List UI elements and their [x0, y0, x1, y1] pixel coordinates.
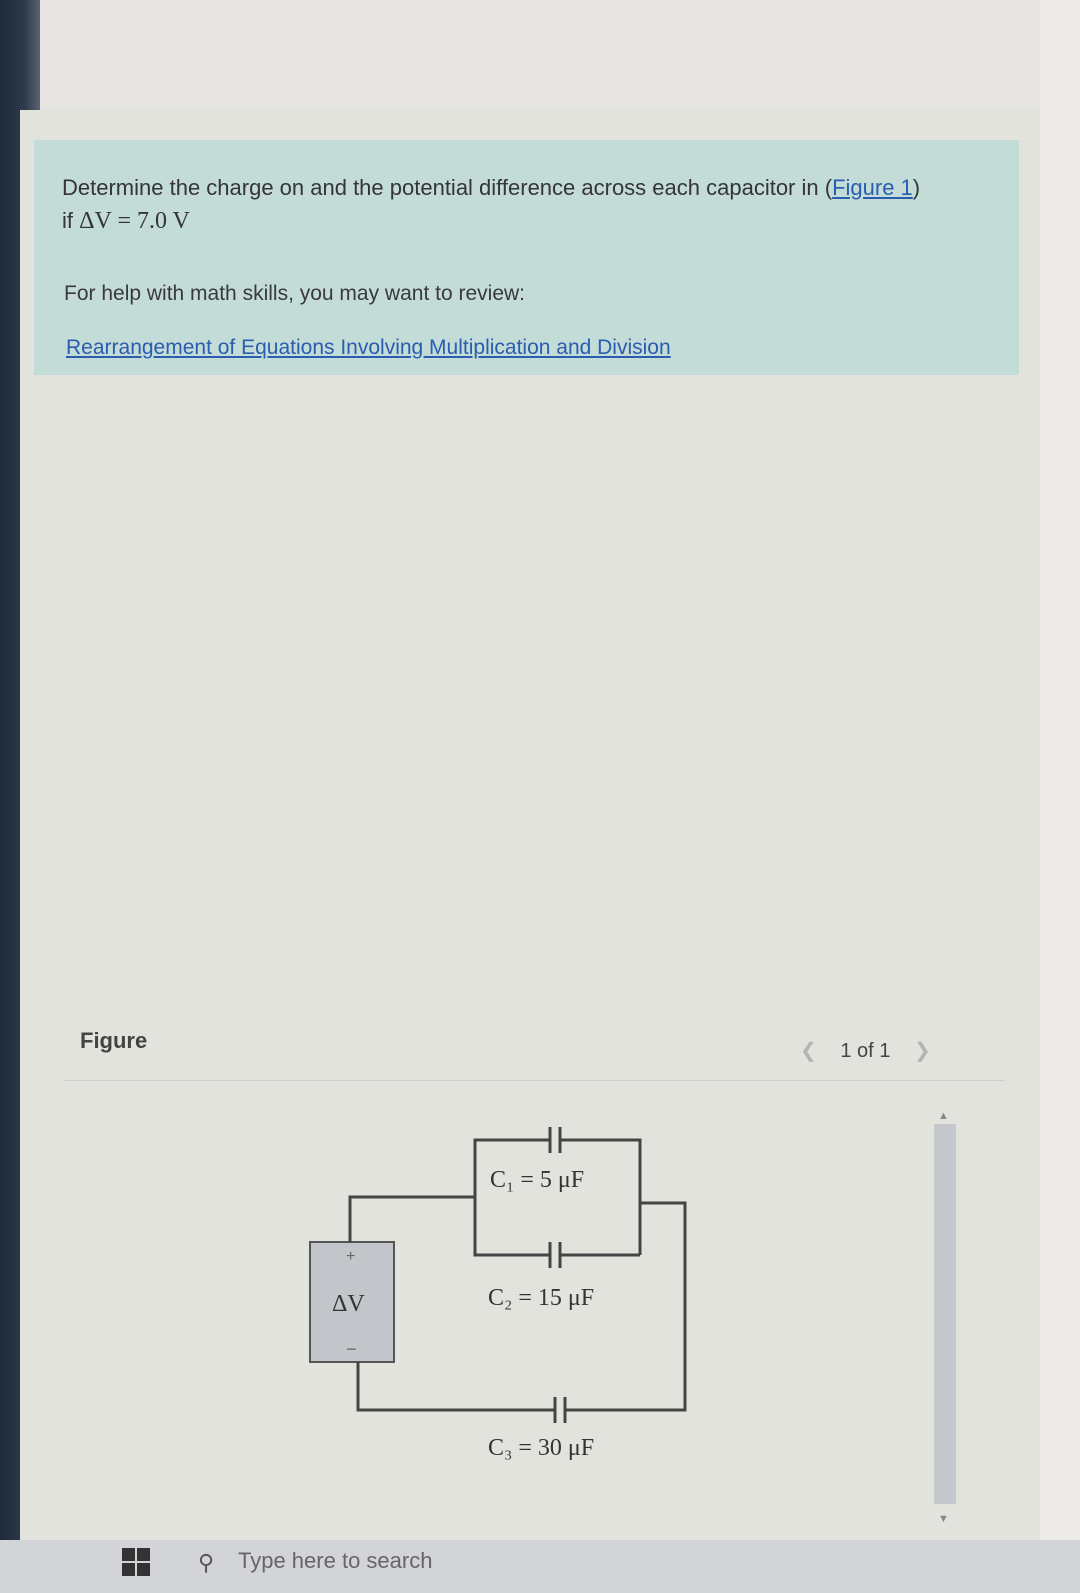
- capacitor-c2-label: C₂ = 15 μF: [488, 1285, 594, 1311]
- battery-minus: −: [346, 1339, 357, 1359]
- battery-plus: +: [346, 1248, 355, 1265]
- taskbar-search-input[interactable]: Type here to search: [238, 1548, 432, 1574]
- condition-prefix: if: [62, 208, 73, 233]
- condition-line: if ΔV = 7.0 V: [62, 208, 190, 235]
- scroll-down-icon[interactable]: ▼: [938, 1513, 949, 1525]
- circuit-diagram: + ΔV − C₁ = 5 μF C₂ = 15 μF C₃ = 30 μF: [309, 1127, 687, 1461]
- review-link[interactable]: Rearrangement of Equations Involving Mul…: [66, 336, 671, 360]
- windows-start-icon[interactable]: [122, 1548, 150, 1576]
- question-text: Determine the charge on and the potentia…: [62, 175, 819, 200]
- wire-parallel-bottom: [473, 1197, 550, 1257]
- content-panel: Determine the charge on and the potentia…: [20, 110, 1070, 1593]
- battery-label: ΔV: [332, 1291, 365, 1317]
- question-line: Determine the charge on and the potentia…: [62, 175, 921, 200]
- chevron-right-icon[interactable]: ❯: [914, 1040, 931, 1062]
- pager-count: 1 of 1: [840, 1040, 891, 1062]
- taskbar: ⚲ Type here to search: [0, 1540, 1080, 1593]
- chevron-left-icon[interactable]: ❮: [800, 1040, 817, 1062]
- help-text: For help with math skills, you may want …: [64, 282, 525, 305]
- search-icon[interactable]: ⚲: [198, 1550, 214, 1576]
- figure-scrollbar[interactable]: ▲ ▼: [932, 1110, 958, 1530]
- capacitor-c1-label: C₁ = 5 μF: [490, 1167, 584, 1193]
- scroll-thumb[interactable]: [934, 1124, 956, 1504]
- wire-parallel-top-right: [560, 1138, 642, 1255]
- problem-statement: Determine the charge on and the potentia…: [34, 140, 1019, 375]
- wire-top: [348, 1195, 475, 1242]
- figure-pager: ❮ 1 of 1 ❯: [800, 1038, 931, 1063]
- capacitor-c3-label: C₃ = 30 μF: [488, 1435, 594, 1461]
- wire-bottom: [356, 1362, 555, 1412]
- condition-math: ΔV = 7.0 V: [79, 208, 190, 234]
- figure-header: Figure: [80, 1028, 148, 1053]
- scroll-up-icon[interactable]: ▲: [938, 1110, 949, 1122]
- figure-link[interactable]: Figure 1: [832, 175, 913, 200]
- screen-edge: [1040, 0, 1080, 1593]
- figure-divider: [65, 1080, 1005, 1081]
